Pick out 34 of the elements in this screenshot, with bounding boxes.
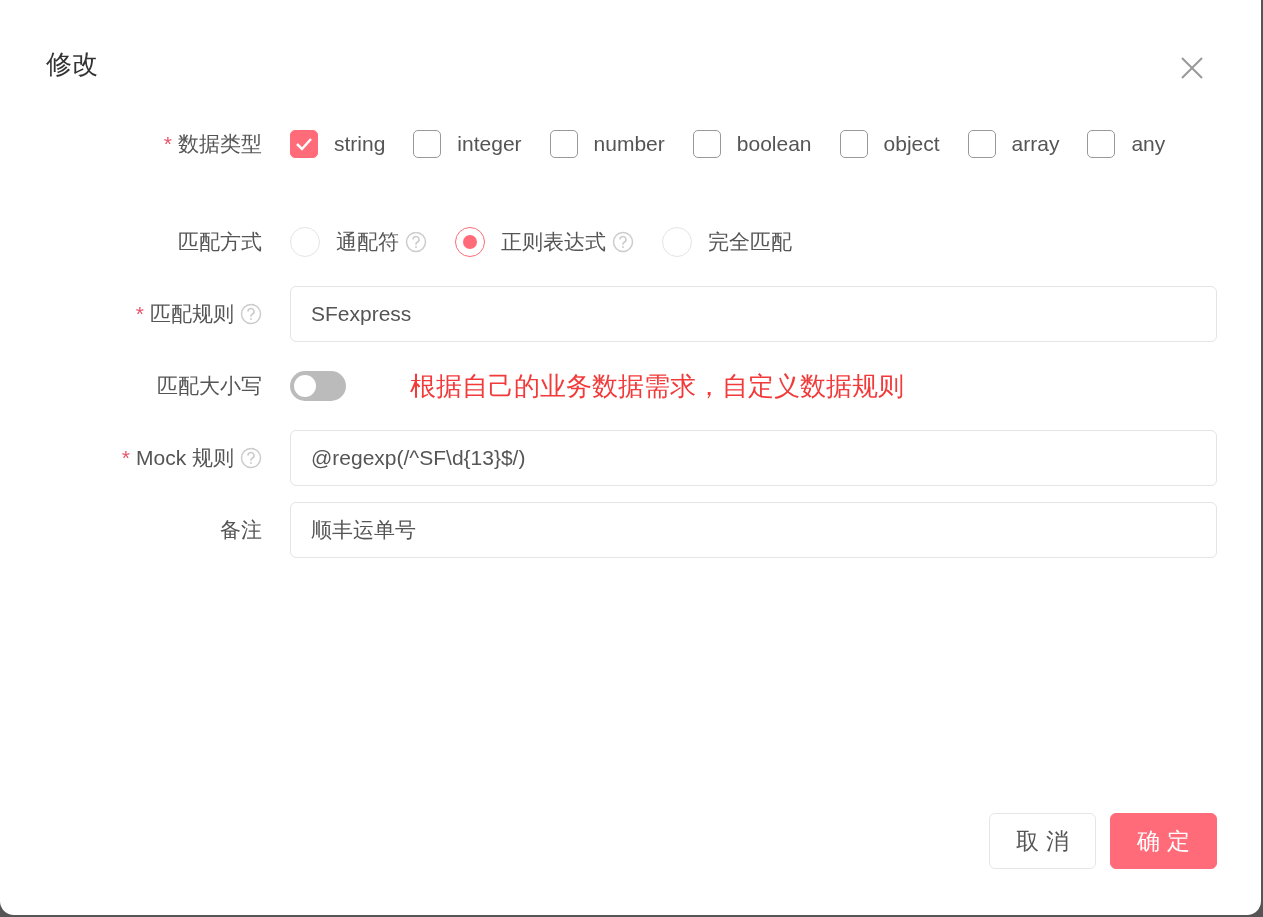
checkbox-label: array	[1011, 131, 1060, 158]
field-label: 匹配规则	[150, 301, 234, 328]
checkbox[interactable]	[692, 130, 721, 158]
cancel-button[interactable]: 取 消	[989, 813, 1096, 869]
checkbox-label: string	[334, 131, 386, 158]
toggle-switch[interactable]	[290, 371, 346, 401]
dialog-title: 修改	[46, 48, 98, 81]
field-label: 匹配方式	[178, 229, 262, 256]
checkbox-label: integer	[457, 131, 522, 158]
checkbox[interactable]	[967, 130, 996, 158]
radio-label: 正则表达式	[501, 229, 606, 256]
field-label: 数据类型	[178, 131, 262, 158]
radio-label: 完全匹配	[708, 229, 792, 256]
checkbox-label: object	[883, 131, 940, 158]
checkbox-label: boolean	[736, 131, 812, 158]
field-label: Mock 规则	[136, 445, 234, 472]
checkbox[interactable]	[1087, 130, 1116, 158]
checkbox[interactable]	[839, 130, 868, 158]
check-icon	[295, 137, 313, 151]
text-input-field[interactable]: 顺丰运单号	[290, 502, 1217, 558]
annotation-text: 根据自己的业务数据需求，自定义数据规则	[410, 370, 904, 403]
field-label: 匹配大小写	[157, 373, 262, 400]
checkbox-label: number	[593, 131, 665, 158]
checkbox[interactable]	[549, 130, 578, 158]
checkbox[interactable]	[290, 130, 318, 158]
required-asterisk: *	[121, 445, 130, 472]
text-input-field[interactable]: SFexpress	[290, 286, 1217, 342]
checkbox[interactable]	[413, 130, 442, 158]
field-label: 备注	[220, 517, 262, 544]
checkbox-label: any	[1131, 131, 1166, 158]
required-asterisk: *	[163, 131, 172, 158]
required-asterisk: *	[135, 301, 144, 328]
radio-label: 通配符	[336, 229, 399, 256]
text-input-field[interactable]: @regexp(/^SF\d{13}$/)	[290, 430, 1217, 486]
